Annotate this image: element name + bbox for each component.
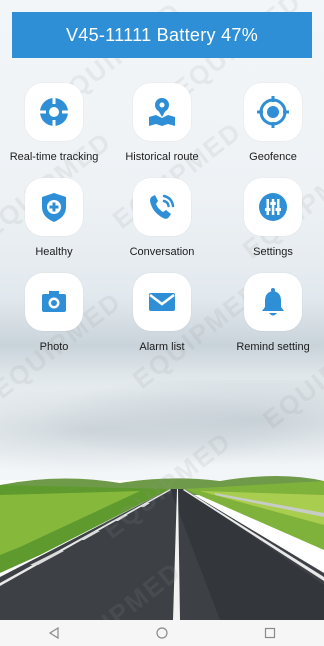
app-label: Geofence — [249, 151, 297, 163]
app-tile — [133, 178, 191, 236]
app-remind-setting[interactable]: Remind setting — [228, 273, 318, 353]
app-tile — [25, 178, 83, 236]
road-scene — [0, 476, 324, 620]
app-settings[interactable]: Settings — [236, 178, 310, 258]
app-tile — [133, 83, 191, 141]
back-triangle-icon — [48, 626, 59, 640]
app-label: Healthy — [35, 246, 73, 258]
app-label: Real-time tracking — [9, 151, 99, 163]
back-button[interactable] — [44, 623, 64, 643]
device-battery-title: V45-11111 Battery 47% — [65, 24, 259, 45]
app-label: Conversation — [129, 246, 195, 258]
crosshair-target-icon — [39, 97, 69, 127]
envelope-icon — [149, 293, 175, 311]
app-alarm-list[interactable]: Alarm list — [119, 273, 205, 353]
recents-square-icon — [264, 627, 276, 639]
title-bar: V45-11111 Battery 47% — [12, 12, 312, 58]
app-photo[interactable]: Photo — [19, 273, 89, 353]
bell-icon — [262, 288, 284, 316]
app-tile — [25, 273, 83, 331]
app-conversation[interactable]: Conversation — [119, 178, 205, 258]
app-historical-route[interactable]: Historical route — [119, 83, 205, 163]
app-label: Alarm list — [139, 341, 185, 353]
app-screen: EQUIPMED EQUIPMED EQUIPMED EQUIPMED EQUI… — [0, 0, 324, 646]
app-tile — [133, 273, 191, 331]
app-label: Remind setting — [236, 341, 310, 353]
app-tile — [244, 178, 302, 236]
app-tile — [244, 83, 302, 141]
geofence-target-icon — [257, 96, 289, 128]
app-real-time-tracking[interactable]: Real-time tracking — [10, 83, 98, 163]
system-navigation-bar — [0, 620, 324, 646]
app-label: Photo — [39, 341, 69, 353]
map-pin-route-icon — [149, 98, 175, 126]
camera-icon — [42, 291, 66, 312]
health-shield-icon — [42, 193, 66, 222]
home-circle-icon — [156, 627, 168, 639]
app-label: Historical route — [125, 151, 199, 163]
app-tile — [25, 83, 83, 141]
app-tile — [244, 273, 302, 331]
phone-call-icon — [150, 194, 175, 219]
home-button[interactable] — [152, 623, 172, 643]
sliders-settings-icon — [259, 193, 287, 221]
recents-button[interactable] — [260, 623, 280, 643]
app-healthy[interactable]: Healthy — [19, 178, 89, 258]
app-label: Settings — [253, 246, 293, 258]
app-geofence[interactable]: Geofence — [236, 83, 310, 163]
